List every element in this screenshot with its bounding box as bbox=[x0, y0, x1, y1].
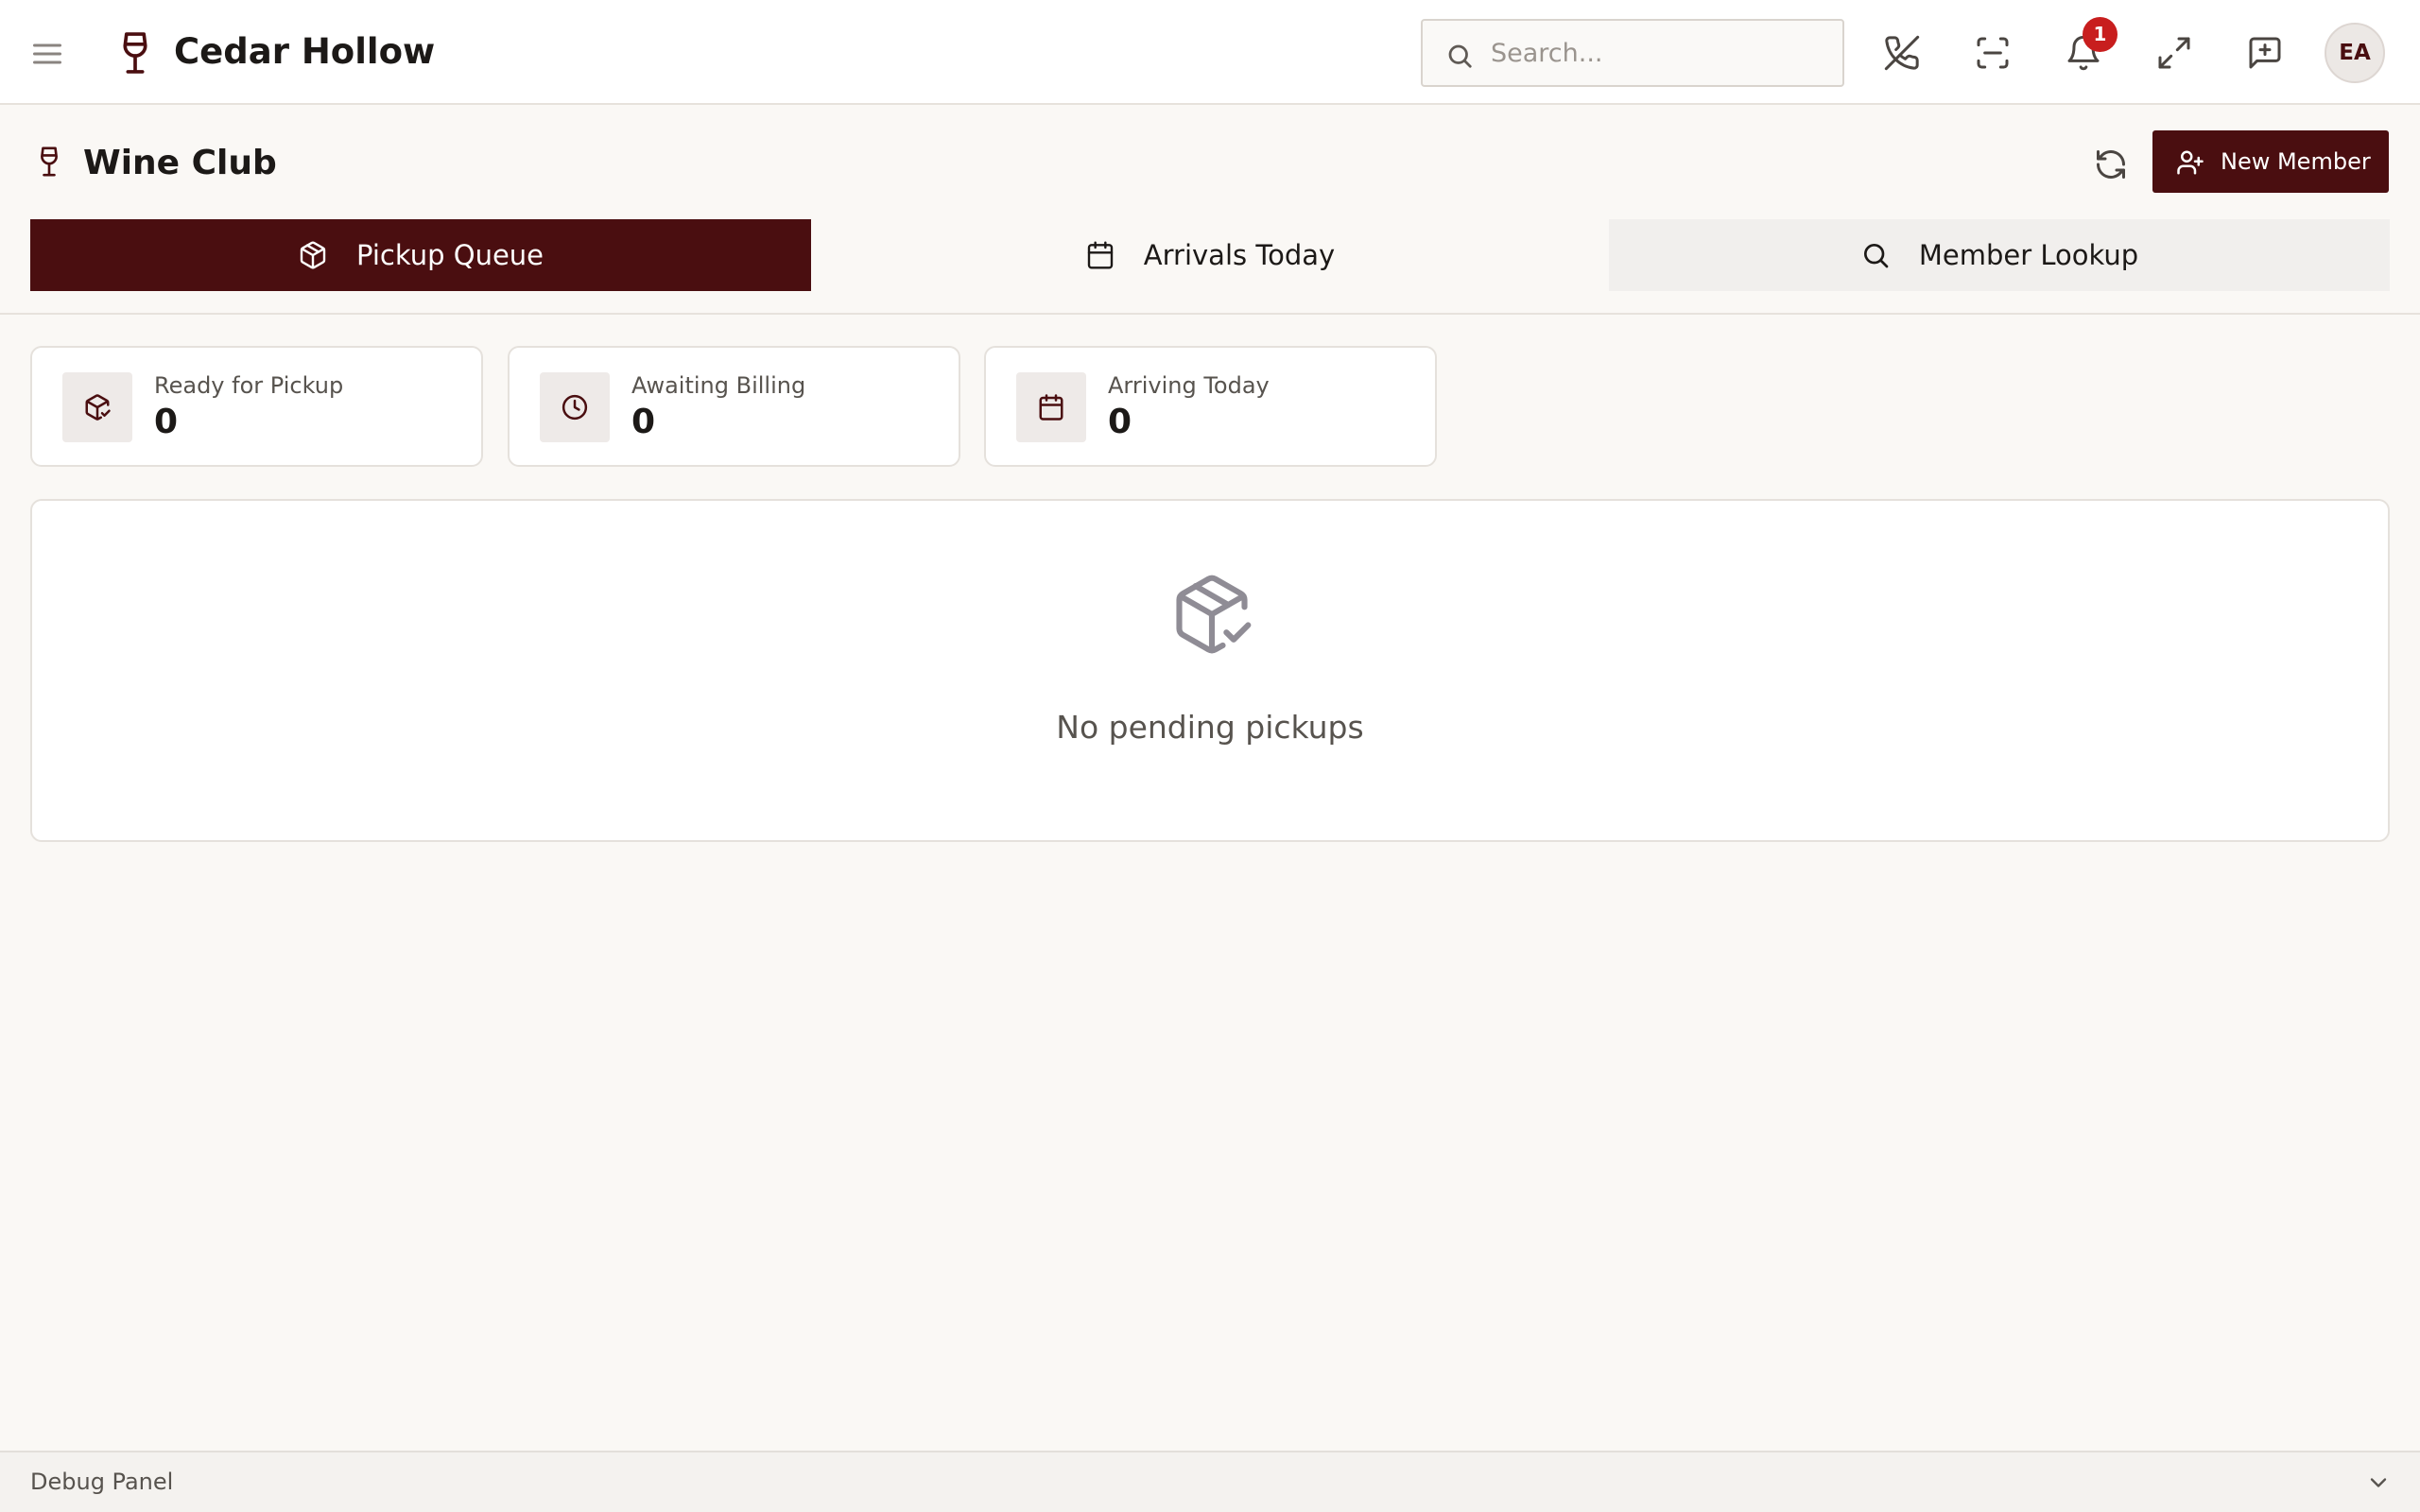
top-bar: Cedar Hollow 1 E bbox=[0, 0, 2420, 105]
menu-icon[interactable] bbox=[30, 37, 64, 71]
phone-off-icon[interactable] bbox=[1883, 34, 1921, 72]
debug-panel-toggle[interactable]: Debug Panel bbox=[0, 1451, 2420, 1512]
stat-value: 0 bbox=[154, 403, 179, 441]
page-header: Wine Club New Member Pickup Queue Arriva… bbox=[0, 105, 2420, 315]
stat-icon-box bbox=[1016, 372, 1086, 442]
user-avatar[interactable]: EA bbox=[2325, 23, 2385, 83]
message-plus-icon[interactable] bbox=[2246, 34, 2284, 72]
calendar-icon bbox=[1087, 241, 1113, 269]
clock-icon bbox=[562, 394, 588, 421]
stat-value: 0 bbox=[631, 403, 656, 441]
page-title: Wine Club bbox=[83, 144, 277, 182]
new-member-button[interactable]: New Member bbox=[2152, 130, 2389, 193]
pickup-queue-panel: No pending pickups bbox=[30, 499, 2390, 842]
notification-badge: 1 bbox=[2083, 17, 2118, 52]
search-input[interactable] bbox=[1491, 28, 1831, 77]
new-member-label: New Member bbox=[2221, 148, 2371, 175]
brand-name: Cedar Hollow bbox=[174, 31, 436, 72]
tab-label: Arrivals Today bbox=[1143, 239, 1336, 271]
global-search[interactable] bbox=[1421, 19, 1844, 87]
package-icon bbox=[300, 241, 326, 269]
stat-icon-box bbox=[540, 372, 610, 442]
stat-label: Awaiting Billing bbox=[631, 372, 806, 399]
tab-label: Member Lookup bbox=[1918, 239, 2139, 271]
stat-label: Arriving Today bbox=[1108, 372, 1270, 399]
chevron-down-icon bbox=[2370, 1478, 2387, 1487]
wine-glass-icon bbox=[38, 143, 60, 180]
refresh-icon[interactable] bbox=[2094, 147, 2128, 181]
package-check-icon bbox=[1168, 571, 1255, 658]
expand-icon[interactable] bbox=[2155, 34, 2193, 72]
wine-glass-icon bbox=[119, 31, 151, 75]
stat-value: 0 bbox=[1108, 403, 1132, 441]
stat-label: Ready for Pickup bbox=[154, 372, 344, 399]
stat-card-awaiting-billing: Awaiting Billing 0 bbox=[508, 346, 960, 467]
package-check-icon bbox=[85, 394, 111, 421]
tab-label: Pickup Queue bbox=[355, 239, 544, 271]
stat-card-arriving-today: Arriving Today 0 bbox=[984, 346, 1437, 467]
calendar-icon bbox=[1039, 394, 1063, 421]
tab-member-lookup[interactable]: Member Lookup bbox=[1609, 219, 2390, 291]
user-plus-icon bbox=[2177, 150, 2204, 175]
empty-state-message: No pending pickups bbox=[1056, 709, 1364, 746]
stat-icon-box bbox=[62, 372, 132, 442]
tab-arrivals-today[interactable]: Arrivals Today bbox=[811, 219, 1609, 291]
debug-panel-label: Debug Panel bbox=[30, 1469, 174, 1495]
stat-card-ready-for-pickup: Ready for Pickup 0 bbox=[30, 346, 483, 467]
scan-icon[interactable] bbox=[1974, 34, 2012, 72]
search-icon bbox=[1863, 244, 1889, 268]
tab-pickup-queue[interactable]: Pickup Queue bbox=[30, 219, 811, 291]
search-icon bbox=[1448, 44, 1472, 68]
